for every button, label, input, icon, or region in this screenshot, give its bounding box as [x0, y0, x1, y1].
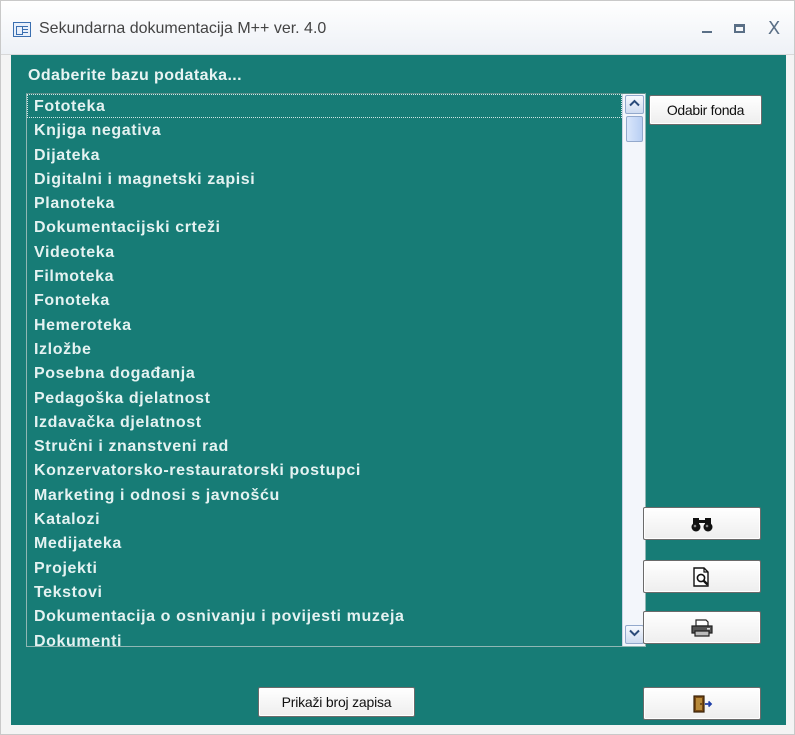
scroll-down-button[interactable] [625, 625, 644, 644]
printer-icon [691, 618, 713, 637]
exit-door-icon [693, 694, 713, 713]
database-list-item[interactable]: Medijateka [27, 531, 622, 555]
list-scrollbar[interactable] [622, 94, 645, 646]
choose-fund-button[interactable]: Odabir fonda [649, 95, 762, 125]
database-list-item[interactable]: Konzervatorsko-restauratorski postupci [27, 458, 622, 482]
database-list-item[interactable]: Dokumenti [27, 629, 622, 646]
minimize-button[interactable] [696, 19, 718, 39]
chevron-up-icon [629, 99, 640, 107]
title-bar[interactable]: Sekundarna dokumentacija M++ ver. 4.0 X [1, 1, 794, 55]
database-list-item[interactable]: Stručni i znanstveni rad [27, 434, 622, 458]
database-list-item[interactable]: Planoteka [27, 191, 622, 215]
application-window: Sekundarna dokumentacija M++ ver. 4.0 X … [0, 0, 795, 735]
chevron-down-icon [629, 629, 640, 637]
print-preview-icon [693, 566, 709, 587]
database-list-item[interactable]: Dijateka [27, 143, 622, 167]
database-list-item[interactable]: Videoteka [27, 240, 622, 264]
select-database-label: Odaberite bazu podataka... [28, 67, 243, 84]
maximize-button[interactable] [729, 19, 751, 39]
database-list-item[interactable]: Posebna događanja [27, 361, 622, 385]
scroll-up-button[interactable] [625, 95, 644, 114]
database-list-item[interactable]: Digitalni i magnetski zapisi [27, 167, 622, 191]
print-preview-button[interactable] [643, 560, 761, 593]
database-list-item[interactable]: Tekstovi [27, 580, 622, 604]
database-list-item[interactable]: Hemeroteka [27, 313, 622, 337]
database-list-item[interactable]: Fonoteka [27, 288, 622, 312]
window-title: Sekundarna dokumentacija M++ ver. 4.0 [39, 20, 327, 37]
database-list-item[interactable]: Knjiga negativa [27, 118, 622, 142]
show-record-count-button[interactable]: Prikaži broj zapisa [258, 687, 415, 717]
database-list-item[interactable]: Izložbe [27, 337, 622, 361]
database-list-item[interactable]: Izdavačka djelatnost [27, 410, 622, 434]
print-button[interactable] [643, 611, 761, 644]
form-body: Odaberite bazu podataka... Fototeka Knjig… [11, 55, 786, 725]
database-list-item[interactable]: Marketing i odnosi s javnošću [27, 483, 622, 507]
find-button[interactable] [643, 507, 761, 540]
database-list-items: Fototeka Knjiga negativa Dijateka Digitalni… [27, 94, 622, 646]
database-list-item[interactable]: Dokumentacijski crteži [27, 215, 622, 239]
binoculars-icon [691, 517, 713, 531]
form-icon [13, 22, 31, 37]
database-list-item[interactable]: Pedagoška djelatnost [27, 386, 622, 410]
close-button[interactable]: X [763, 19, 785, 39]
database-listbox[interactable]: Fototeka Knjiga negativa Dijateka Digitalni… [26, 93, 646, 647]
scroll-thumb[interactable] [626, 116, 643, 142]
minimize-icon [702, 31, 712, 33]
database-list-item[interactable]: Fototeka [27, 94, 622, 119]
database-list-item[interactable]: Projekti [27, 556, 622, 580]
database-list-item[interactable]: Filmoteka [27, 264, 622, 288]
database-list-item[interactable]: Dokumentacija o osnivanju i povijesti mu… [27, 604, 622, 628]
maximize-icon [734, 24, 745, 33]
exit-button[interactable] [643, 687, 761, 720]
database-list-item[interactable]: Katalozi [27, 507, 622, 531]
